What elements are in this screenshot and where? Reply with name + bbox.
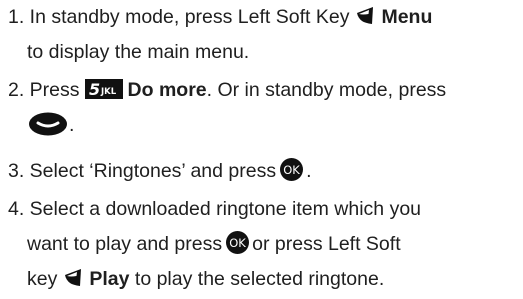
step-3-text-a: 3. Select ‘Ringtones’ and press	[8, 160, 277, 182]
left-soft-key-icon	[353, 5, 377, 27]
key-5-number: 5	[89, 80, 100, 99]
step-2-text-a: 2. Press	[8, 79, 80, 101]
step-1-line-2: to display the main menu.	[27, 41, 250, 63]
step-4-text-c: key	[27, 268, 58, 290]
ok-key-label: OK	[283, 163, 300, 177]
instruction-list: 1. In standby mode, press Left Soft Key M…	[0, 0, 523, 299]
step-3: 3. Select ‘Ringtones’ and press OK.	[8, 154, 312, 189]
left-soft-key-icon	[61, 267, 85, 289]
step-4: 4. Select a downloaded ringtone item whi…	[8, 192, 421, 297]
step-4-line-2: want to play and press OK or press Left So…	[8, 227, 421, 262]
step-4-line-3: key Play to play the selected ringtone.	[8, 262, 421, 297]
ok-key-icon: OK	[226, 231, 250, 255]
step-2-text-b: . Or in standby mode, press	[206, 79, 447, 101]
step-4-text-a: want to play and press	[27, 233, 223, 255]
key-5-letters: JKL	[100, 87, 117, 97]
step-2-text-c: .	[69, 114, 75, 136]
menu-label: Menu	[381, 6, 433, 28]
ok-key-label: OK	[229, 236, 246, 250]
step-4-text-d: to play the selected ringtone.	[134, 268, 385, 290]
step-3-text-b: .	[306, 160, 312, 182]
ok-key-icon: OK	[280, 158, 304, 182]
key-5-jkl-icon: 5 JKL	[84, 78, 123, 99]
step-3-line-1: 3. Select ‘Ringtones’ and press OK.	[8, 154, 312, 189]
step-2-line-2: .	[8, 108, 446, 143]
step-1-line-1: 1. In standby mode, press Left Soft Key M…	[8, 0, 432, 35]
step-2-line-1: 2. Press 5 JKL Do more. Or in standby mode,…	[8, 73, 446, 108]
step-1-text-a: 1. In standby mode, press Left Soft Key	[8, 6, 350, 28]
step-2: 2. Press 5 JKL Do more. Or in standby mode,…	[8, 73, 446, 143]
step-1: 1. In standby mode, press Left Soft Key M…	[8, 0, 432, 70]
step-4-line-1: 4. Select a downloaded ringtone item whi…	[8, 198, 422, 220]
step-4-text-b: or press Left Soft	[252, 233, 401, 255]
do-more-label: Do more	[127, 79, 207, 101]
play-label: Play	[89, 268, 130, 290]
send-key-icon	[28, 112, 68, 136]
